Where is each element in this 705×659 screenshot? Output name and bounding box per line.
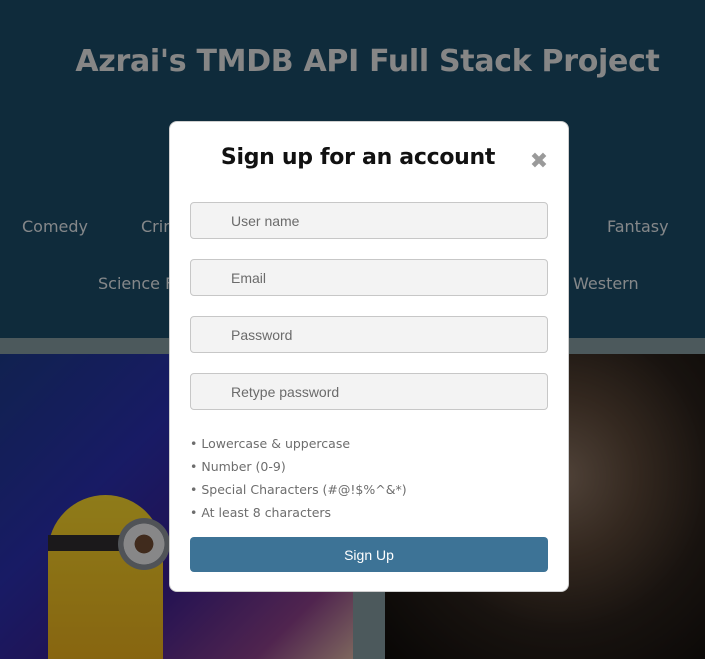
rule-case: • Lowercase & uppercase — [190, 436, 351, 451]
modal-title: Sign up for an account — [220, 145, 496, 170]
password-input[interactable] — [190, 316, 548, 353]
signup-modal: Sign up for an account ✖ • Lowercase & u… — [169, 121, 569, 592]
rule-special: • Special Characters (#@!$%^&*) — [190, 482, 407, 497]
password-rules: • Lowercase & uppercase • Number (0-9) •… — [190, 435, 548, 527]
rule-number: • Number (0-9) — [190, 459, 286, 474]
retype-password-input[interactable] — [190, 373, 548, 410]
rule-length: • At least 8 characters — [190, 505, 332, 520]
sign-up-button[interactable]: Sign Up — [190, 537, 548, 572]
email-input[interactable] — [190, 259, 548, 296]
username-input[interactable] — [190, 202, 548, 239]
close-icon[interactable]: ✖ — [528, 151, 550, 173]
